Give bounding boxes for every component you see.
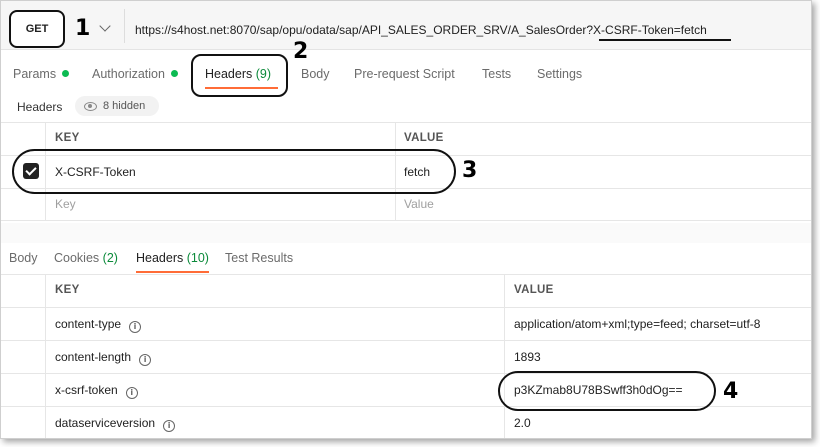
tab-pre-request-script[interactable]: Pre-request Script bbox=[354, 67, 455, 81]
response-tab-cookies[interactable]: Cookies (2) bbox=[54, 251, 118, 265]
tab-params[interactable]: Params bbox=[13, 67, 70, 81]
status-dot-icon bbox=[62, 70, 70, 77]
status-dot-icon bbox=[170, 70, 178, 77]
response-header-value: 2.0 bbox=[514, 416, 531, 430]
response-tab-body[interactable]: Body bbox=[9, 251, 38, 265]
response-tab-test-results[interactable]: Test Results bbox=[225, 251, 293, 265]
column-divider bbox=[504, 274, 505, 438]
column-header-key: KEY bbox=[55, 132, 80, 144]
annotation-oval-token bbox=[498, 371, 716, 411]
info-icon[interactable]: i bbox=[163, 420, 176, 432]
annotation-box-headers-tab bbox=[191, 54, 288, 97]
divider bbox=[124, 9, 125, 43]
column-divider bbox=[45, 274, 46, 438]
table-border bbox=[1, 340, 811, 341]
table-border bbox=[1, 220, 811, 221]
annotation-oval-header-row bbox=[12, 149, 456, 194]
column-header-key: KEY bbox=[55, 284, 80, 296]
tab-body[interactable]: Body bbox=[301, 67, 330, 81]
response-header-key: x-csrf-token i bbox=[55, 383, 138, 399]
eye-icon bbox=[84, 101, 97, 111]
hidden-headers-toggle[interactable]: 8 hidden bbox=[75, 96, 159, 116]
new-key-input[interactable]: Key bbox=[55, 197, 76, 211]
tab-authorization[interactable]: Authorization bbox=[92, 67, 178, 81]
info-icon[interactable]: i bbox=[125, 387, 138, 399]
column-header-value: VALUE bbox=[514, 284, 554, 296]
url-input[interactable]: https://s4host.net:8070/sap/opu/odata/sa… bbox=[135, 23, 707, 37]
response-header-key: content-length i bbox=[55, 350, 152, 366]
annotation-4: 4 bbox=[723, 379, 739, 404]
new-value-input[interactable]: Value bbox=[404, 197, 434, 211]
table-border bbox=[1, 307, 811, 308]
info-icon[interactable]: i bbox=[139, 354, 152, 366]
annotation-3: 3 bbox=[462, 158, 478, 183]
info-icon[interactable]: i bbox=[129, 321, 142, 333]
table-border bbox=[1, 274, 811, 275]
method-select[interactable]: GET bbox=[9, 10, 65, 48]
active-tab-indicator bbox=[136, 271, 209, 273]
response-header-value: 1893 bbox=[514, 350, 541, 364]
annotation-1: 1 bbox=[75, 16, 91, 41]
url-underline bbox=[599, 39, 731, 41]
postman-window: GET 1 https://s4host.net:8070/sap/opu/od… bbox=[0, 0, 812, 439]
table-border bbox=[1, 122, 811, 123]
column-header-value: VALUE bbox=[404, 132, 444, 144]
tab-settings[interactable]: Settings bbox=[537, 67, 582, 81]
response-tab-headers[interactable]: Headers (10) bbox=[136, 251, 209, 265]
headers-section-label: Headers bbox=[17, 100, 63, 114]
response-divider-bar bbox=[1, 223, 811, 243]
response-header-key: content-type i bbox=[55, 317, 142, 333]
annotation-2: 2 bbox=[293, 39, 309, 64]
tab-tests[interactable]: Tests bbox=[482, 67, 511, 81]
response-header-key: dataserviceversion i bbox=[55, 416, 176, 432]
response-header-value: application/atom+xml;type=feed; charset=… bbox=[514, 317, 761, 331]
